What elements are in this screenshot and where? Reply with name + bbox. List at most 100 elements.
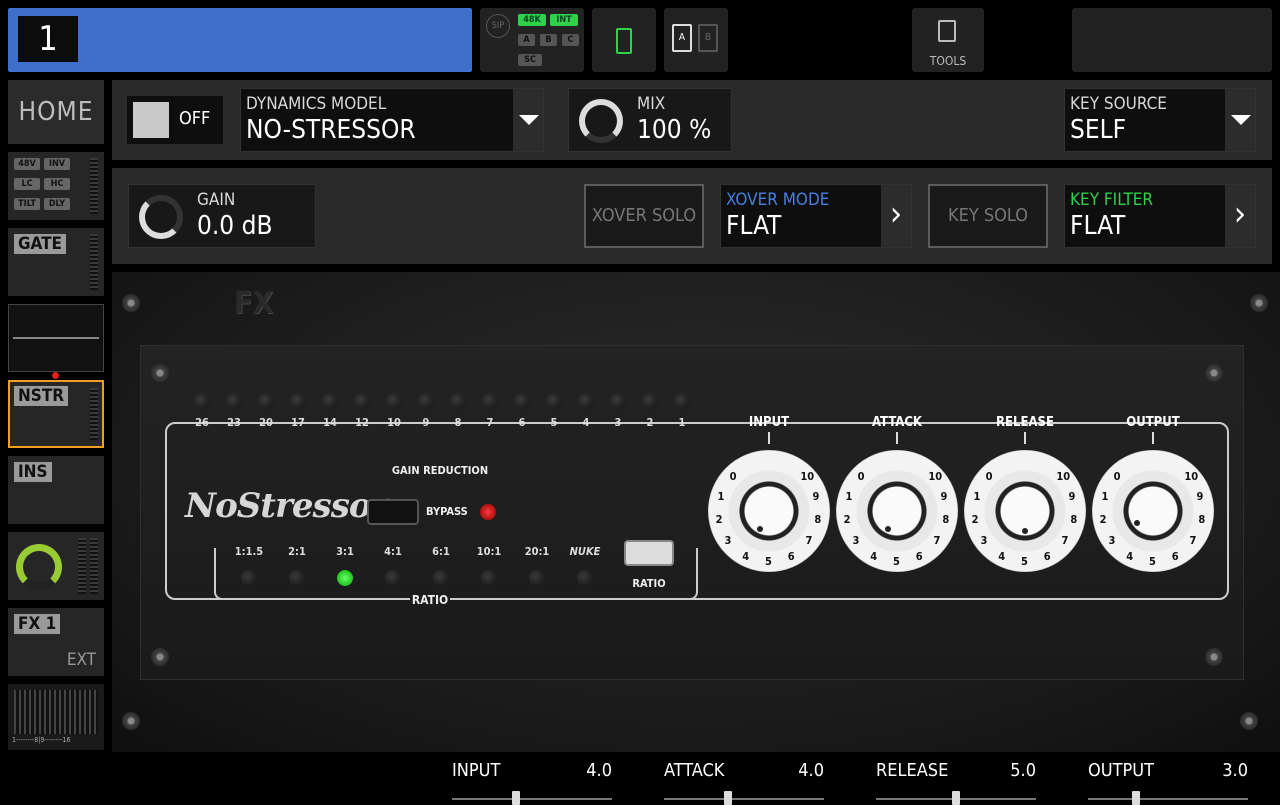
level-meter-right (90, 538, 98, 594)
knob-scale-number: 10 (1056, 469, 1071, 483)
key-filter-selector[interactable]: KEY FILTER FLAT › (1064, 184, 1256, 248)
knob-title: OUTPUT (1126, 415, 1180, 430)
brand-logo: FX (234, 286, 274, 321)
knob-tick (1024, 432, 1026, 444)
gr-led-label: 8 (454, 416, 462, 429)
gr-led-label: 10 (387, 416, 401, 429)
sidebar-gate-block[interactable]: GATE (8, 228, 104, 296)
power-toggle-switch (133, 102, 169, 138)
param-slider-thumb[interactable] (952, 791, 960, 805)
knob-scale-number: 3 (852, 534, 860, 548)
sidebar-fx-block[interactable]: FX 1 EXT (8, 608, 104, 676)
param-slider-thumb[interactable] (724, 791, 732, 805)
bypass-switch[interactable] (367, 499, 419, 525)
clock-tag: INT (550, 14, 578, 26)
io-status-panel[interactable]: SIP 48K INT A B C SC (480, 8, 584, 72)
usb-button[interactable] (592, 8, 656, 72)
delay-tag: DLY (44, 198, 70, 210)
param-slider-thumb[interactable] (1132, 791, 1140, 805)
gr-led-label: 7 (486, 416, 494, 429)
gain-dial-icon (139, 195, 183, 239)
key-filter-label: KEY FILTER (1070, 190, 1153, 210)
knob-input[interactable]: 0 1 2 3 4 5 6 7 8 9 10 (708, 450, 830, 572)
knob-scale-number: 5 (1021, 555, 1028, 568)
tools-icon (938, 20, 956, 42)
knob-scale-number: 3 (724, 534, 732, 548)
knob-attack[interactable]: 0 1 2 3 4 5 6 7 8 9 10 (836, 450, 958, 572)
ratio-button[interactable] (624, 540, 674, 566)
bypass-led (480, 504, 496, 520)
param-name: INPUT (452, 760, 501, 781)
sc-tag: SC (518, 54, 542, 66)
knob-tick (1152, 432, 1154, 444)
knob-scale-number: 7 (1061, 534, 1069, 548)
knob-scale-number: 0 (729, 469, 737, 483)
gr-led-label: 4 (582, 416, 590, 429)
xover-mode-selector[interactable]: XOVER MODE FLAT › (720, 184, 912, 248)
gain-value: 0.0 dB (197, 211, 273, 241)
ratio-option-label: 20:1 (524, 545, 550, 558)
gr-led-label: 3 (614, 416, 622, 429)
rack-screw (122, 294, 140, 312)
knob-pointer (756, 525, 763, 532)
gr-led (290, 393, 306, 409)
sidebar-input-block[interactable]: 48V INV LC HC TILT DLY (8, 152, 104, 220)
tilt-tag: TILT (14, 198, 40, 210)
key-source-label: KEY SOURCE (1070, 94, 1167, 114)
plate-screw (1205, 364, 1223, 382)
gr-led (578, 393, 594, 409)
ratio-option-led[interactable] (241, 570, 257, 586)
knob-scale-number: 2 (715, 512, 723, 526)
home-button[interactable]: HOME (8, 80, 104, 144)
gain-control[interactable]: GAIN 0.0 dB (128, 184, 316, 248)
ratio-option-led[interactable] (385, 570, 401, 586)
param-name: ATTACK (664, 760, 725, 781)
channel-name-strip[interactable]: 1 (8, 8, 472, 72)
gr-led-label: 2 (646, 416, 654, 429)
power-toggle[interactable]: OFF (127, 96, 223, 144)
sidebar-insert-block[interactable]: INS (8, 456, 104, 524)
mix-control[interactable]: MIX 100 % (568, 88, 732, 152)
knob-scale-number: 2 (971, 512, 979, 526)
lowcut-tag: LC (14, 178, 40, 190)
key-solo-button[interactable]: KEY SOLO (928, 184, 1048, 248)
ratio-option-led[interactable] (481, 570, 497, 586)
knob-scale-number: 9 (1196, 489, 1204, 503)
knob-scale-number: 8 (814, 512, 822, 526)
knob-scale-number: 6 (915, 549, 923, 563)
key-source-dropdown[interactable]: KEY SOURCE SELF (1064, 88, 1256, 152)
top-bar: 1 SIP 48K INT A B C SC A B TOOLS (0, 0, 1280, 78)
card-button[interactable]: A B (664, 8, 728, 72)
key-filter-value: FLAT (1070, 211, 1126, 241)
knob-output[interactable]: 0 1 2 3 4 5 6 7 8 9 10 (1092, 450, 1214, 572)
knob-pointer (1022, 528, 1028, 534)
tools-button[interactable]: TOOLS (912, 8, 984, 72)
rate-tag: 48K (518, 14, 546, 26)
sidebar-bus-meters[interactable]: 1--------8|9--------16 (8, 684, 104, 750)
dynamics-meter (90, 388, 98, 440)
gr-led-label: 23 (227, 416, 241, 429)
knob-release[interactable]: 0 1 2 3 4 5 6 7 8 9 10 (964, 450, 1086, 572)
knob-scale-number: 1 (973, 489, 981, 503)
level-meter-left (78, 538, 86, 594)
param-slider-thumb[interactable] (512, 791, 520, 805)
xover-solo-button[interactable]: XOVER SOLO (584, 184, 704, 248)
ratio-option-led[interactable] (433, 570, 449, 586)
gr-led-label: 20 (259, 416, 273, 429)
knob-scale-number: 4 (742, 549, 750, 563)
parameter-bar: INPUT 4.0 ATTACK 4.0 RELEASE 5.0 OUTPUT 3.0 (0, 752, 1280, 805)
sidebar-level-block[interactable] (8, 532, 104, 600)
gr-led (354, 393, 370, 409)
ratio-option-led[interactable] (289, 570, 305, 586)
top-right-blank-panel[interactable] (1072, 8, 1272, 72)
ratio-option-led[interactable] (577, 570, 593, 586)
sidebar-dynamics-block[interactable]: NSTR (8, 380, 104, 448)
usb-icon (616, 28, 632, 54)
plate-screw (151, 364, 169, 382)
gate-label: GATE (14, 234, 66, 254)
sidebar-eq-block[interactable] (8, 304, 104, 372)
dynamics-model-dropdown[interactable]: DYNAMICS MODEL NO-STRESSOR (240, 88, 544, 152)
knob-scale-number: 6 (787, 549, 795, 563)
ratio-option-led[interactable] (529, 570, 545, 586)
ratio-option-led[interactable] (337, 570, 353, 586)
